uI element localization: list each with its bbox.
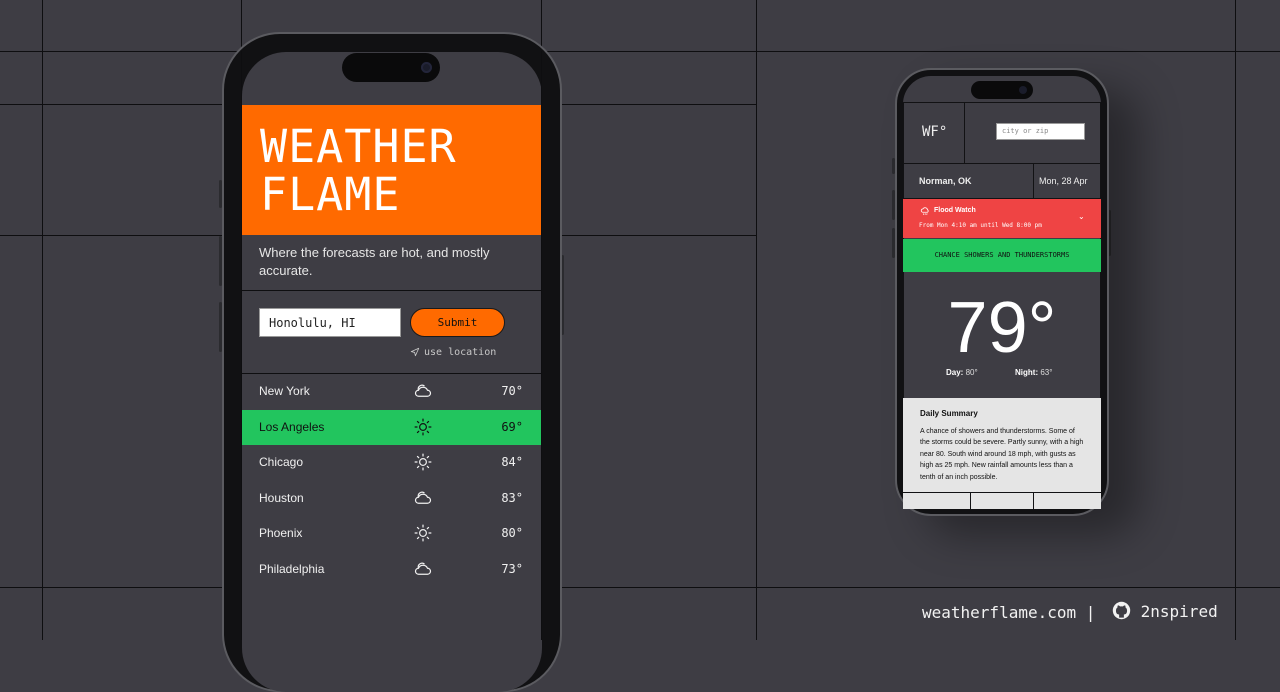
hero-banner: WEATHER FLAME xyxy=(242,105,541,235)
divider xyxy=(903,102,1101,103)
footer-author-link[interactable]: 2nspired xyxy=(1112,601,1218,621)
divider xyxy=(1033,163,1034,198)
footer-separator: | xyxy=(1085,603,1096,622)
current-temperature: 79° xyxy=(947,288,1057,368)
sun-icon xyxy=(414,453,432,471)
github-icon xyxy=(1112,601,1131,620)
bottom-tabs xyxy=(903,492,1101,509)
tagline: Where the forecasts are hot, and mostly … xyxy=(259,245,490,278)
footer-site-link[interactable]: weatherflame.com | xyxy=(922,603,1095,622)
city-row[interactable]: Phoenix 80° xyxy=(242,516,541,551)
chevron-down-icon[interactable]: ⌄ xyxy=(1078,212,1085,221)
night-temp: Night: 63° xyxy=(1015,368,1052,377)
city-temp: 73° xyxy=(501,561,523,576)
sun-icon xyxy=(414,418,432,436)
city-temp: 84° xyxy=(501,455,523,469)
partly-cloudy-icon xyxy=(414,560,432,578)
city-name: Houston xyxy=(259,490,304,505)
city-temp: 80° xyxy=(501,526,523,540)
city-name: Philadelphia xyxy=(259,561,325,576)
grid-line xyxy=(1235,0,1236,640)
author-label: 2nspired xyxy=(1140,602,1218,621)
city-row[interactable]: Chicago 84° xyxy=(242,445,541,480)
day-label: Day: xyxy=(946,368,964,377)
sun-icon xyxy=(414,524,432,542)
divider xyxy=(1033,493,1034,509)
alert-time: From Mon 4:10 am until Wed 8:00 pm xyxy=(919,222,1042,229)
camera-icon xyxy=(421,62,432,73)
city-name: Chicago xyxy=(259,455,304,469)
city-name: Los Angeles xyxy=(259,419,325,434)
submit-button[interactable]: Submit xyxy=(410,308,505,337)
grid-line xyxy=(0,587,1280,588)
city-temp: 70° xyxy=(501,384,523,398)
app-title: WEATHER FLAME xyxy=(260,120,457,221)
divider xyxy=(903,163,1101,164)
divider xyxy=(241,290,541,291)
summary-text: A chance of showers and thunderstorms. S… xyxy=(920,428,1084,481)
cloud-rain-icon xyxy=(920,207,929,215)
city-zip-input[interactable]: city or zip xyxy=(996,123,1085,140)
location-label: Norman, OK xyxy=(919,176,972,186)
city-row[interactable]: New York 70° xyxy=(242,374,541,409)
dynamic-island xyxy=(342,53,440,82)
camera-icon xyxy=(1019,86,1027,94)
city-name: New York xyxy=(259,384,310,398)
use-location-label: use location xyxy=(424,347,497,358)
date-label: Mon, 28 Apr xyxy=(1039,176,1088,186)
city-name: Phoenix xyxy=(259,526,303,540)
city-temp: 69° xyxy=(501,419,523,434)
divider xyxy=(964,102,965,163)
grid-line xyxy=(42,0,43,640)
use-location-link[interactable]: use location xyxy=(410,347,496,358)
site-label: weatherflame.com xyxy=(922,603,1077,622)
divider xyxy=(970,493,971,509)
flood-watch-alert[interactable]: Flood Watch From Mon 4:10 am until Wed 8… xyxy=(903,199,1101,238)
app-logo: WF° xyxy=(922,124,948,140)
location-arrow-icon xyxy=(410,347,420,357)
city-temp: 83° xyxy=(501,490,523,505)
day-value: 80° xyxy=(965,368,978,377)
grid-line xyxy=(0,51,1280,52)
partly-cloudy-icon xyxy=(414,382,432,400)
grid-line xyxy=(756,0,757,640)
screen-border xyxy=(541,51,542,640)
city-row[interactable]: Los Angeles 69° xyxy=(242,409,541,445)
city-search-input[interactable]: Honolulu, HI xyxy=(259,308,401,337)
night-label: Night: xyxy=(1015,368,1039,377)
city-row[interactable]: Philadelphia 73° xyxy=(242,552,541,587)
condition-banner: CHANCE SHOWERS AND THUNDERSTORMS xyxy=(903,239,1101,272)
dynamic-island xyxy=(971,81,1033,99)
alert-title: Flood Watch xyxy=(934,207,976,214)
night-value: 63° xyxy=(1040,368,1053,377)
daily-summary-card: Daily Summary A chance of showers and th… xyxy=(903,398,1101,492)
day-temp: Day: 80° xyxy=(946,368,978,377)
partly-cloudy-icon xyxy=(414,489,432,507)
summary-title: Daily Summary xyxy=(920,409,978,418)
city-row[interactable]: Houston 83° xyxy=(242,481,541,516)
